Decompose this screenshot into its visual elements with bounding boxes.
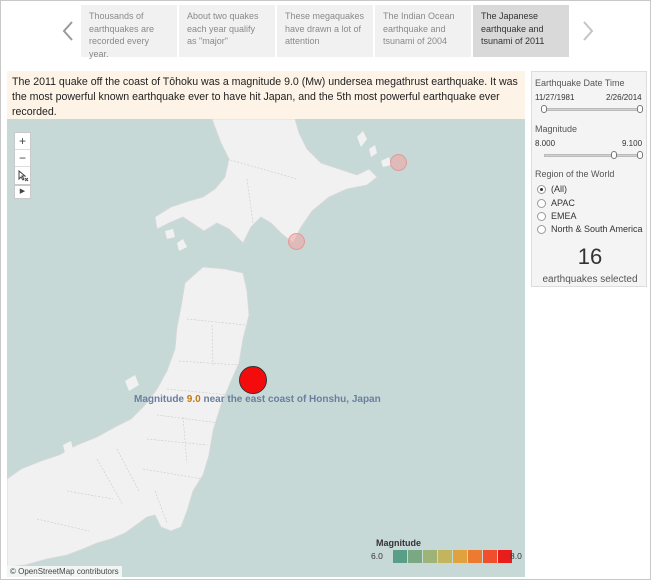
magnitude-filter-min[interactable]: 8.000 [535,139,555,148]
map-basemap [7,119,525,577]
earthquake-marker[interactable] [288,233,305,250]
legend-color-swatch [483,550,497,563]
story-caption: The 2011 quake off the coast of Tōhoku w… [7,71,525,121]
date-filter-min[interactable]: 11/27/1981 [535,93,574,102]
next-story-point-button[interactable] [577,15,597,47]
pan-select-icon [18,169,29,182]
earthquake-annotation: Magnitude 9.0 near the east coast of Hon… [134,394,381,405]
earthquake-count-label: earthquakes selected [542,274,638,285]
story-point-1[interactable]: Thousands of earthquakes are recorded ev… [81,5,178,59]
legend-max: 8.0 [510,551,522,561]
region-filter-title: Region of the World [535,169,615,179]
legend-color-swatch [393,550,407,563]
legend-title: Magnitude [376,538,421,548]
earthquake-marker[interactable] [390,154,407,171]
radio-icon [537,224,546,234]
legend-color-swatch [453,550,467,563]
annotation-magnitude: 9.0 [186,394,201,405]
date-slider-min-handle[interactable] [541,105,547,113]
story-point-4[interactable]: The Indian Ocean earthquake and tsunami … [375,5,472,57]
magnitude-slider-max-handle[interactable] [637,151,643,159]
story-point-2[interactable]: About two quakes each year qualify as "m… [179,5,276,57]
map-zoom-controls: + − [14,132,31,185]
expand-toolbar-button[interactable]: ▶ [14,185,31,199]
map-attribution[interactable]: © OpenStreetMap contributors [7,566,122,577]
annotation-prefix: Magnitude [134,394,187,405]
story-navigator: Thousands of earthquakes are recorded ev… [1,1,651,63]
region-option-emea[interactable]: EMEA [537,211,577,221]
legend-color-swatch [438,550,452,563]
region-option-all[interactable]: (All) [537,184,567,194]
story-point-3[interactable]: These megaquakes have drawn a lot of att… [277,5,374,57]
date-range-slider[interactable] [544,108,642,111]
region-option-label: APAC [551,198,575,208]
zoom-out-button[interactable]: − [15,150,30,167]
annotation-location: near the east coast of Honshu, Japan [200,394,381,405]
date-filter-title: Earthquake Date Time [535,78,625,88]
radio-icon [537,198,546,208]
legend-color-swatch [423,550,437,563]
earthquake-count: 16 [577,244,603,269]
region-option-apac[interactable]: APAC [537,198,575,208]
chevron-right-icon [583,21,594,41]
magnitude-range-slider[interactable] [544,154,642,157]
map-pan-tools-button[interactable] [15,167,30,184]
legend-color-ramp [393,550,513,563]
radio-icon [537,211,546,221]
region-option-label: (All) [551,184,567,194]
region-option-label: North & South America [551,224,643,234]
date-slider-max-handle[interactable] [637,105,643,113]
date-filter-max[interactable]: 2/26/2014 [606,93,642,102]
chevron-left-icon [62,21,73,41]
zoom-in-button[interactable]: + [15,133,30,150]
earthquake-map[interactable]: + − ▶ Magnitude 9.0 near the east coast … [7,119,525,577]
story-point-5[interactable]: The Japanese earthquake and tsunami of 2… [473,5,570,57]
legend-min: 6.0 [371,551,383,561]
magnitude-filter-title: Magnitude [535,124,578,134]
legend-color-swatch [408,550,422,563]
magnitude-slider-min-handle[interactable] [611,151,617,159]
story-dashboard: Thousands of earthquakes are recorded ev… [0,0,651,580]
region-option-americas[interactable]: North & South America [537,224,643,234]
region-option-label: EMEA [551,211,577,221]
tohoku-earthquake-marker[interactable] [239,366,267,394]
legend-color-swatch [468,550,482,563]
radio-selected-icon [537,184,546,194]
filter-panel: Earthquake Date Time 11/27/1981 2/26/201… [531,71,647,287]
magnitude-filter-max[interactable]: 9.100 [622,139,642,148]
previous-story-point-button[interactable] [59,15,79,47]
